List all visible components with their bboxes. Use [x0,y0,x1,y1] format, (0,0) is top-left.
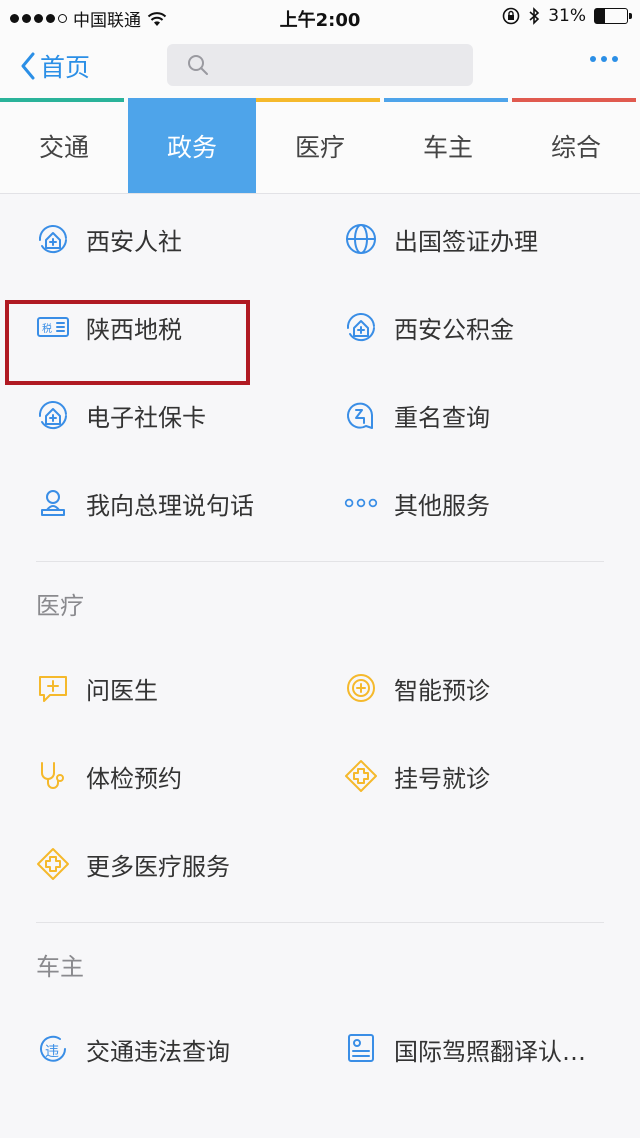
more-menu-button[interactable] [590,56,618,62]
housing-fund-icon [344,310,378,344]
car-services-grid: 违 交通违法查询 国际驾照翻译认… [0,1005,640,1093]
service-item[interactable]: 重名查询 [344,371,640,459]
license-doc-icon [344,1032,378,1066]
more-dots-icon [590,56,596,62]
section-title-car: 车主 [36,952,84,981]
medical-services-grid: 问医生 智能预诊体检预约 挂号就诊更多医疗服务 [0,644,640,908]
bluetooth-icon [529,7,540,25]
service-item[interactable]: 问医生 [36,644,336,732]
service-row: 违 交通违法查询 国际驾照翻译认… [0,1005,640,1093]
tab-label: 车主 [422,132,473,162]
service-label: 重名查询 [394,403,490,432]
service-row: 更多医疗服务 [0,820,640,908]
tab-label: 综合 [550,132,601,162]
service-item[interactable]: 违 交通违法查询 [36,1005,336,1093]
highlight-frame [5,300,250,385]
service-label: 更多医疗服务 [86,852,230,881]
service-row: 问医生 智能预诊 [0,644,640,732]
back-label: 首页 [40,53,91,82]
service-label: 西安公积金 [394,315,514,344]
service-item[interactable]: 挂号就诊 [344,732,640,820]
tab-4[interactable]: 综合 [512,98,640,193]
tab-label: 医疗 [294,132,345,162]
tab-color-bar [512,98,636,102]
tab-1[interactable]: 政务 [128,98,256,193]
nav-bar: 首页 [0,34,640,98]
back-button[interactable]: 首页 [20,48,90,84]
tab-2[interactable]: 医疗 [256,98,384,193]
service-label: 智能预诊 [394,676,490,705]
chat-plus-icon [36,671,70,705]
status-right: 31% [502,6,632,26]
status-bar: 中国联通 上午2:00 31% [0,0,640,34]
service-item[interactable]: 西安人社 [36,195,336,283]
tab-color-bar [0,98,124,102]
stethoscope-icon [36,759,70,793]
service-item[interactable]: 智能预诊 [344,644,640,732]
tab-color-bar [384,98,508,102]
section-title-medical: 医疗 [36,591,84,620]
service-item[interactable]: 我向总理说句话 [36,459,336,547]
search-icon [188,55,208,75]
tab-color-bar [256,98,380,102]
violation-icon: 违 [36,1032,70,1066]
category-tabs: 交通 政务 医疗 车主 综合 [0,98,640,194]
service-label: 电子社保卡 [86,403,206,432]
name-search-icon [344,398,378,432]
svg-text:违: 违 [45,1044,59,1060]
service-item[interactable]: 出国签证办理 [344,195,640,283]
search-box[interactable] [167,44,473,86]
smart-diagnosis-icon [344,671,378,705]
service-list: 西安人社 出国签证办理税陕西地税 西安公积金 电子社保卡 重名查询 我向总理说句话 其他服务… [0,195,640,1093]
service-label: 体检预约 [86,764,182,793]
service-label: 其他服务 [394,491,490,520]
medical-cross-icon [36,847,70,881]
medical-cross-icon [344,759,378,793]
service-label: 挂号就诊 [394,764,490,793]
service-item[interactable]: 国际驾照翻译认… [344,1005,640,1093]
service-label: 国际驾照翻译认… [394,1037,586,1066]
service-label: 我向总理说句话 [86,491,254,520]
service-label: 问医生 [86,676,158,705]
tab-label: 交通 [38,132,89,162]
service-item[interactable]: 更多医疗服务 [36,820,336,908]
social-card-house-icon [36,398,70,432]
service-label: 西安人社 [86,227,182,256]
service-label: 交通违法查询 [86,1037,230,1066]
social-security-house-icon [36,222,70,256]
person-stamp-icon [36,486,70,520]
service-item[interactable]: 西安公积金 [344,283,640,371]
tab-label: 政务 [166,132,217,162]
tab-0[interactable]: 交通 [0,98,128,193]
service-item[interactable]: 体检预约 [36,732,336,820]
rotation-lock-icon [502,7,520,25]
more-dots-icon [344,486,378,520]
battery-percent: 31% [548,6,586,26]
service-row: 体检预约 挂号就诊 [0,732,640,820]
service-label: 出国签证办理 [394,227,538,256]
service-row: 西安人社 出国签证办理 [0,195,640,283]
battery-icon [594,8,632,24]
chevron-left-icon [21,52,35,80]
service-row: 我向总理说句话 其他服务 [0,459,640,547]
service-item[interactable]: 其他服务 [344,459,640,547]
search-input[interactable] [217,50,457,80]
globe-icon [344,222,378,256]
tab-3[interactable]: 车主 [384,98,512,193]
